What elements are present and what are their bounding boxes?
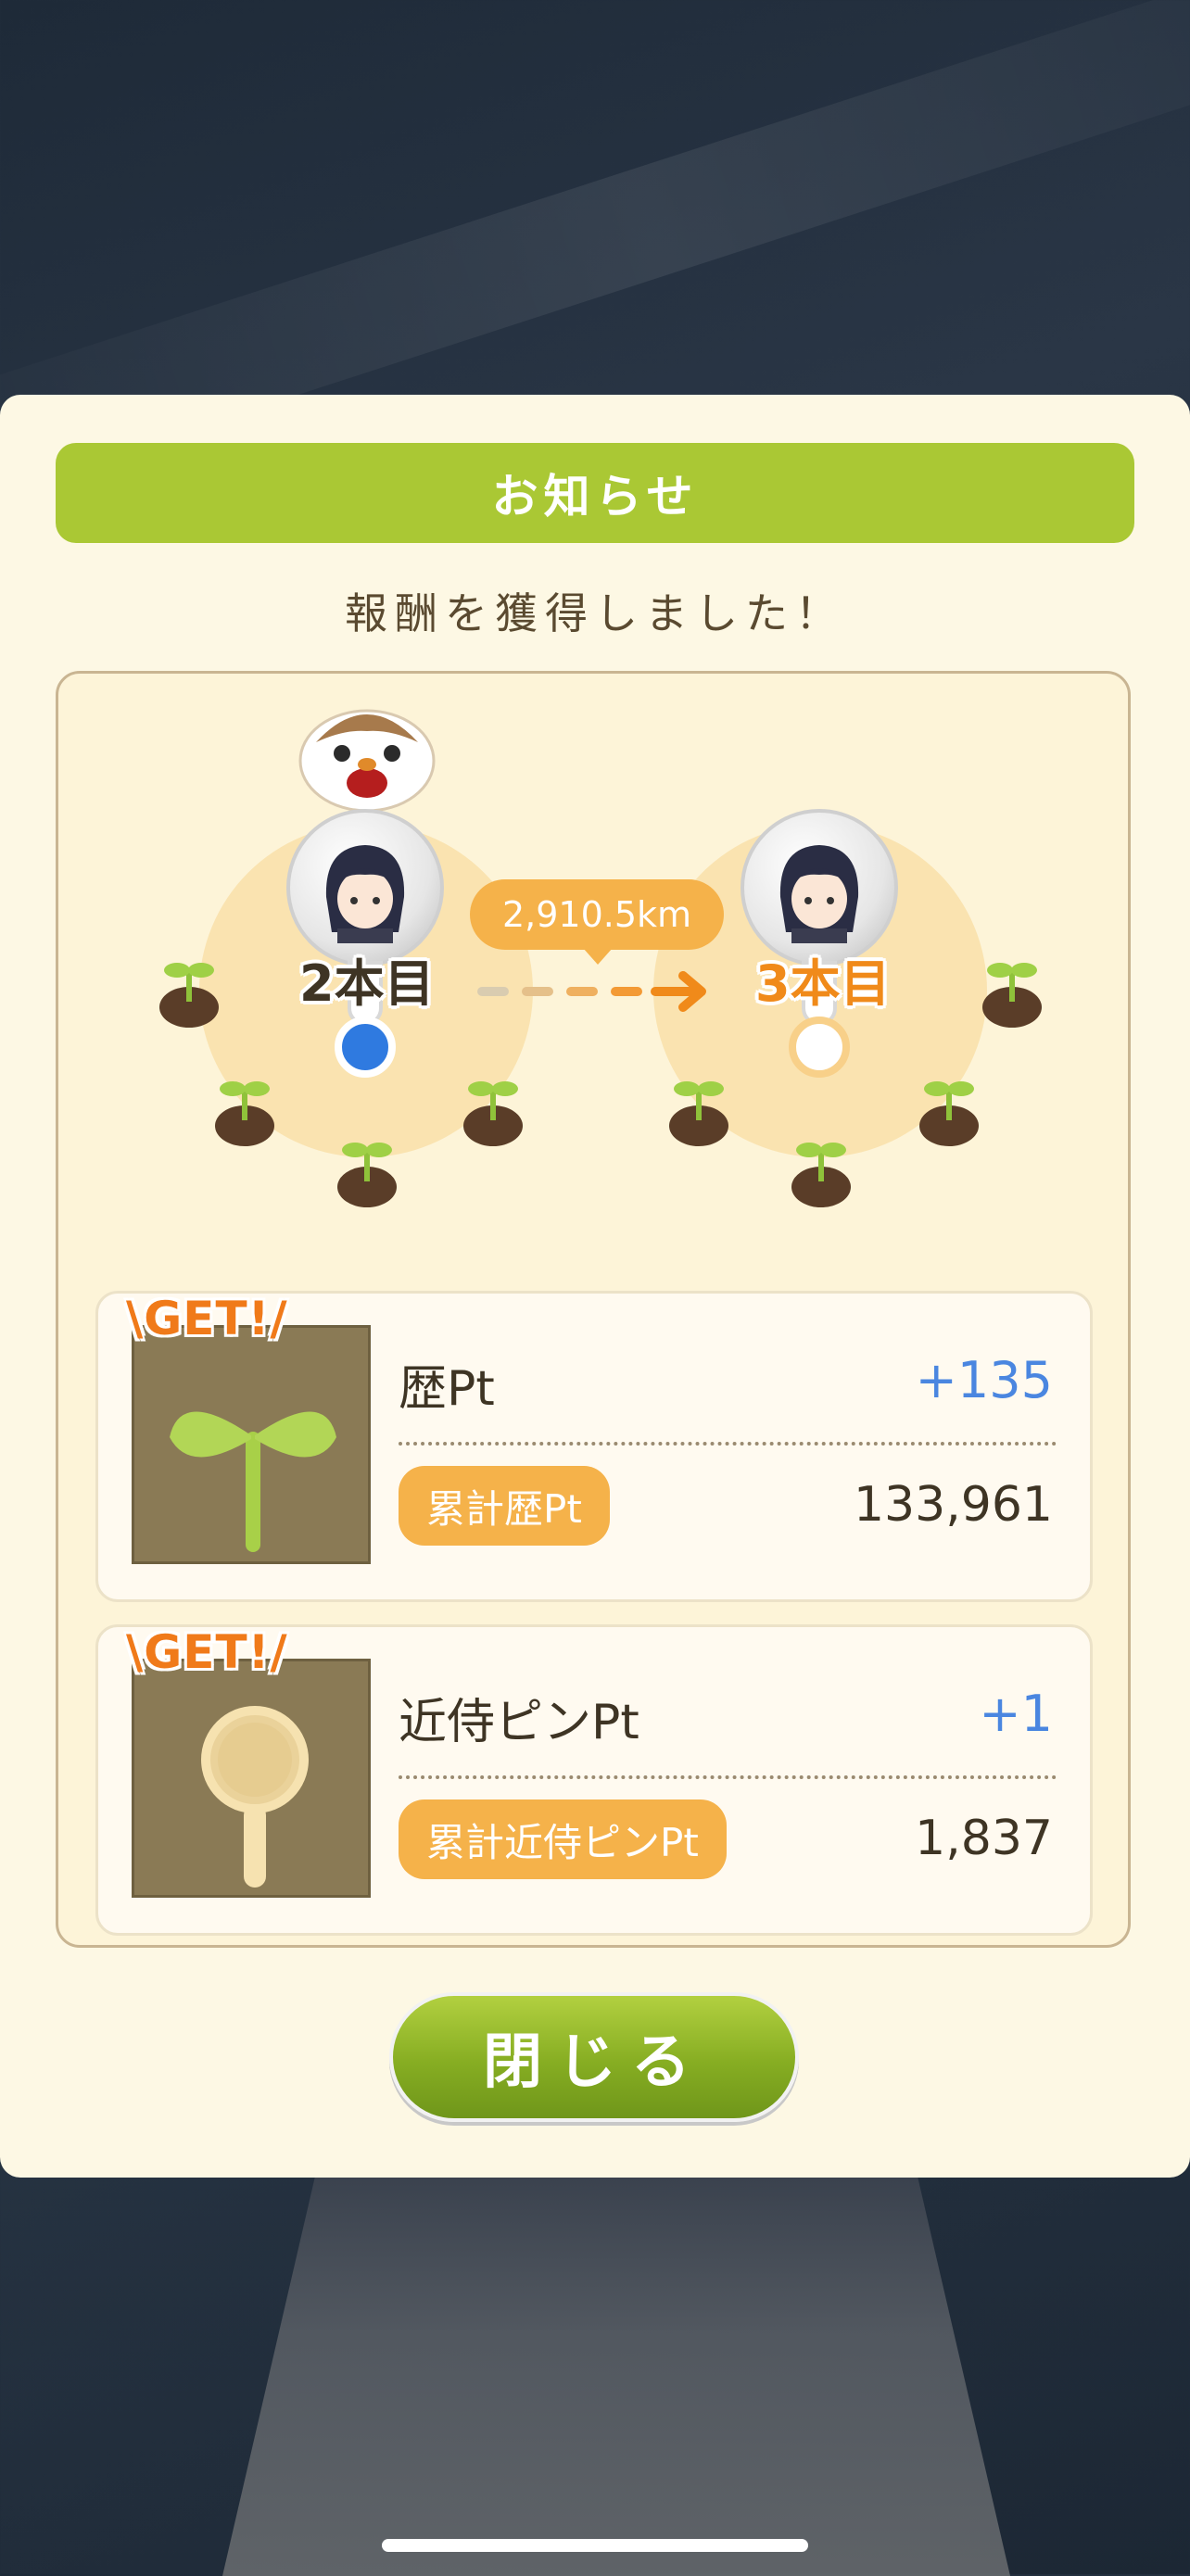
total-label-pill: 累計歴Pt bbox=[399, 1466, 610, 1546]
reward-name: 近侍ピンPt bbox=[399, 1695, 639, 1750]
reward-name: 歴Pt bbox=[399, 1361, 495, 1417]
dialog-header: お知らせ bbox=[56, 443, 1134, 543]
reward-thumbnail bbox=[132, 1659, 371, 1898]
tree-progress-scene: 2本目 2,910.5km 3本目 bbox=[58, 674, 1133, 1248]
reward-gain: +135 bbox=[915, 1351, 1053, 1409]
notice-dialog: お知らせ 報酬を獲得しました！ 2本目 2,910.5km 3本目 \GET!/… bbox=[0, 395, 1190, 2178]
total-label-pill: 累計近侍ピンPt bbox=[399, 1799, 727, 1879]
sprout-icon bbox=[791, 1143, 851, 1207]
reward-card-reki-pt: \GET!/ 歴Pt +135 累計歴Pt 133,961 bbox=[95, 1291, 1093, 1602]
total-value: 1,837 bbox=[915, 1811, 1053, 1866]
sprout-icon bbox=[215, 1081, 274, 1146]
sprout-icon bbox=[669, 1081, 728, 1146]
get-badge: \GET!/ bbox=[126, 1625, 288, 1679]
reward-gain: +1 bbox=[979, 1685, 1053, 1743]
get-badge: \GET!/ bbox=[126, 1292, 288, 1345]
divider bbox=[399, 1442, 1057, 1446]
character-avatar-icon bbox=[325, 845, 405, 943]
sprout-icon bbox=[170, 1411, 336, 1552]
reward-thumbnail bbox=[132, 1325, 371, 1564]
distance-badge: 2,910.5km bbox=[470, 879, 724, 950]
sparrow-mascot-icon bbox=[298, 709, 436, 813]
sprout-icon bbox=[159, 963, 219, 1028]
reward-message: 報酬を獲得しました！ bbox=[345, 588, 845, 638]
sprout-icon bbox=[463, 1081, 523, 1146]
background-floor bbox=[222, 2168, 1010, 2576]
total-value: 133,961 bbox=[853, 1477, 1053, 1533]
current-position-dot bbox=[335, 1017, 396, 1078]
next-position-dot bbox=[789, 1017, 850, 1078]
sprout-icon bbox=[982, 963, 1042, 1028]
current-tree-label: 2本目 bbox=[299, 954, 435, 1013]
sprout-icon bbox=[919, 1081, 979, 1146]
close-button[interactable]: 閉じる bbox=[389, 1992, 799, 2122]
progress-arrow-icon bbox=[477, 971, 706, 1012]
next-tree-label: 3本目 bbox=[755, 954, 891, 1013]
character-avatar-icon bbox=[779, 845, 859, 943]
sprout-icon bbox=[337, 1143, 397, 1207]
pin-icon bbox=[201, 1706, 309, 1888]
distance-badge-tail bbox=[583, 948, 613, 965]
home-indicator[interactable] bbox=[382, 2539, 808, 2552]
reward-content-box: 2本目 2,910.5km 3本目 \GET!/ 歴Pt +135 累計歴Pt … bbox=[56, 671, 1131, 1948]
reward-card-kinji-pin-pt: \GET!/ 近侍ピンPt +1 累計近侍ピンPt 1,837 bbox=[95, 1624, 1093, 1936]
divider bbox=[399, 1775, 1057, 1779]
